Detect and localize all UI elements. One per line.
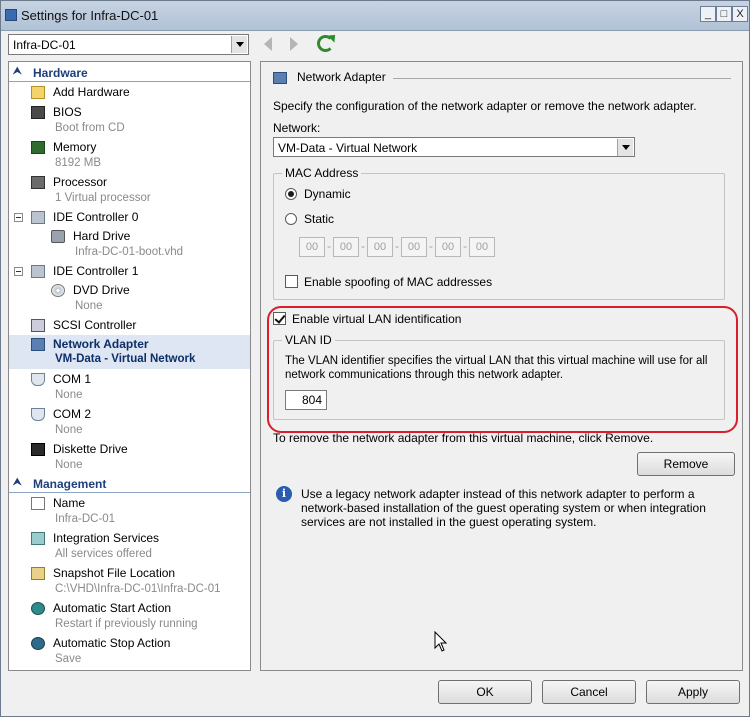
sidebar-item-hard-drive[interactable]: Hard Drive Infra-DC-01-boot.vhd bbox=[9, 227, 250, 261]
sidebar-item-memory[interactable]: Memory 8192 MB bbox=[9, 138, 250, 172]
add-hardware-icon bbox=[31, 86, 45, 99]
mac-octet-input[interactable]: 00 bbox=[469, 237, 495, 257]
remove-button[interactable]: Remove bbox=[637, 452, 735, 476]
sidebar-item-network-adapter[interactable]: Network Adapter VM-Data - Virtual Networ… bbox=[9, 335, 250, 369]
remove-hint: To remove the network adapter from this … bbox=[273, 431, 654, 445]
mac-octet-input[interactable]: 00 bbox=[367, 237, 393, 257]
mac-separator: - bbox=[463, 239, 467, 253]
start-action-icon bbox=[31, 602, 45, 615]
dynamic-label: Dynamic bbox=[304, 187, 351, 201]
mac-separator: - bbox=[429, 239, 433, 253]
network-select-value: VM-Data - Virtual Network bbox=[278, 141, 418, 155]
network-adapter-icon bbox=[273, 72, 287, 84]
mac-address-group-label: MAC Address bbox=[282, 166, 362, 180]
collapse-chevron-icon: ⮝ bbox=[13, 66, 22, 77]
integration-services-icon bbox=[31, 532, 45, 545]
dvd-disc-icon bbox=[51, 284, 65, 297]
app-icon bbox=[5, 9, 17, 21]
close-button[interactable]: X bbox=[732, 6, 748, 22]
network-select[interactable]: VM-Data - Virtual Network bbox=[273, 137, 635, 157]
com-port-icon bbox=[31, 408, 45, 421]
enable-vlan-label: Enable virtual LAN identification bbox=[292, 312, 462, 326]
scsi-controller-icon bbox=[31, 319, 45, 332]
title-bar: Settings for Infra-DC-01 _ □ X bbox=[1, 1, 749, 31]
mac-separator: - bbox=[361, 239, 365, 253]
management-section-header[interactable]: ⮝ Management bbox=[9, 475, 250, 493]
network-adapter-panel: Network Adapter Specify the configuratio… bbox=[260, 61, 743, 671]
refresh-icon[interactable] bbox=[317, 35, 334, 52]
vlan-id-group-label: VLAN ID bbox=[282, 333, 335, 347]
snapshot-folder-icon bbox=[31, 567, 45, 580]
sidebar-item-bios[interactable]: BIOS Boot from CD bbox=[9, 103, 250, 137]
sidebar-item-name[interactable]: Name Infra-DC-01 bbox=[9, 494, 250, 528]
collapse-chevron-icon: ⮝ bbox=[13, 477, 22, 488]
vm-selector[interactable]: Infra-DC-01 bbox=[8, 34, 249, 55]
info-icon: i bbox=[276, 486, 292, 502]
sidebar-item-snapshot-file-location[interactable]: Snapshot File Location C:\VHD\Infra-DC-0… bbox=[9, 564, 250, 598]
processor-icon bbox=[31, 176, 45, 189]
legacy-adapter-note-line-2: network-based installation of the guest … bbox=[301, 501, 706, 515]
vlan-description-line-1: The VLAN identifier specifies the virtua… bbox=[285, 355, 708, 367]
sidebar-item-dvd-drive[interactable]: DVD Drive None bbox=[9, 281, 250, 315]
sidebar-item-com-1[interactable]: COM 1 None bbox=[9, 370, 250, 404]
network-adapter-icon bbox=[31, 338, 45, 351]
settings-window: Settings for Infra-DC-01 _ □ X Infra-DC-… bbox=[0, 0, 750, 717]
sidebar-item-com-2[interactable]: COM 2 None bbox=[9, 405, 250, 439]
panel-description: Specify the configuration of the network… bbox=[273, 99, 697, 113]
mac-octet-input[interactable]: 00 bbox=[401, 237, 427, 257]
name-field-icon bbox=[31, 497, 45, 510]
mac-address-input[interactable]: 00 - 00 - 00 - 00 - 00 - 00 bbox=[299, 237, 499, 257]
forward-arrow-icon[interactable] bbox=[290, 37, 298, 51]
minimize-button[interactable]: _ bbox=[700, 6, 716, 22]
mac-octet-input[interactable]: 00 bbox=[333, 237, 359, 257]
cancel-button[interactable]: Cancel bbox=[542, 680, 636, 704]
sidebar-item-automatic-stop-action[interactable]: Automatic Stop Action Save bbox=[9, 634, 250, 668]
chevron-down-icon[interactable] bbox=[231, 36, 247, 53]
maximize-button[interactable]: □ bbox=[716, 6, 732, 22]
dynamic-radio[interactable] bbox=[285, 188, 297, 200]
ide-controller-icon bbox=[31, 211, 45, 224]
back-arrow-icon[interactable] bbox=[264, 37, 272, 51]
window-title: Settings for Infra-DC-01 bbox=[21, 8, 159, 23]
bios-chip-icon bbox=[31, 106, 45, 119]
mac-spoofing-checkbox[interactable] bbox=[285, 275, 298, 288]
legacy-adapter-note-line-1: Use a legacy network adapter instead of … bbox=[301, 487, 695, 501]
mac-separator: - bbox=[327, 239, 331, 253]
enable-vlan-checkbox[interactable] bbox=[273, 312, 286, 325]
static-radio[interactable] bbox=[285, 213, 297, 225]
hardware-section-header[interactable]: ⮝ Hardware bbox=[9, 64, 250, 82]
vm-selector-value: Infra-DC-01 bbox=[13, 38, 76, 52]
collapse-icon[interactable] bbox=[14, 213, 23, 222]
com-port-icon bbox=[31, 373, 45, 386]
mac-octet-input[interactable]: 00 bbox=[435, 237, 461, 257]
collapse-icon[interactable] bbox=[14, 267, 23, 276]
mac-octet-input[interactable]: 00 bbox=[299, 237, 325, 257]
vlan-description-line-2: network communications through this netw… bbox=[285, 369, 564, 381]
legacy-adapter-note-line-3: services are not installed in the guest … bbox=[301, 515, 597, 529]
sidebar-item-diskette-drive[interactable]: Diskette Drive None bbox=[9, 440, 250, 474]
vlan-id-input[interactable]: 804 bbox=[285, 390, 327, 410]
settings-tree: ⮝ Hardware Add Hardware BIOS Boot from C… bbox=[8, 61, 251, 671]
sidebar-item-processor[interactable]: Processor 1 Virtual processor bbox=[9, 173, 250, 207]
memory-icon bbox=[31, 141, 45, 154]
diskette-icon bbox=[31, 443, 45, 456]
apply-button[interactable]: Apply bbox=[646, 680, 740, 704]
divider bbox=[393, 78, 731, 79]
toolbar: Infra-DC-01 bbox=[1, 31, 749, 59]
sidebar-item-automatic-start-action[interactable]: Automatic Start Action Restart if previo… bbox=[9, 599, 250, 633]
stop-action-icon bbox=[31, 637, 45, 650]
ide-controller-icon bbox=[31, 265, 45, 278]
chevron-down-icon[interactable] bbox=[617, 139, 633, 156]
mac-separator: - bbox=[395, 239, 399, 253]
hard-drive-icon bbox=[51, 230, 65, 243]
ok-button[interactable]: OK bbox=[438, 680, 532, 704]
static-label: Static bbox=[304, 212, 335, 226]
network-label: Network: bbox=[273, 121, 321, 135]
sidebar-item-integration-services[interactable]: Integration Services All services offere… bbox=[9, 529, 250, 563]
mac-address-group: MAC Address Dynamic Static 00 - 00 - 00 … bbox=[273, 166, 725, 300]
panel-title: Network Adapter bbox=[297, 70, 386, 84]
mac-spoofing-label: Enable spoofing of MAC addresses bbox=[304, 275, 493, 289]
